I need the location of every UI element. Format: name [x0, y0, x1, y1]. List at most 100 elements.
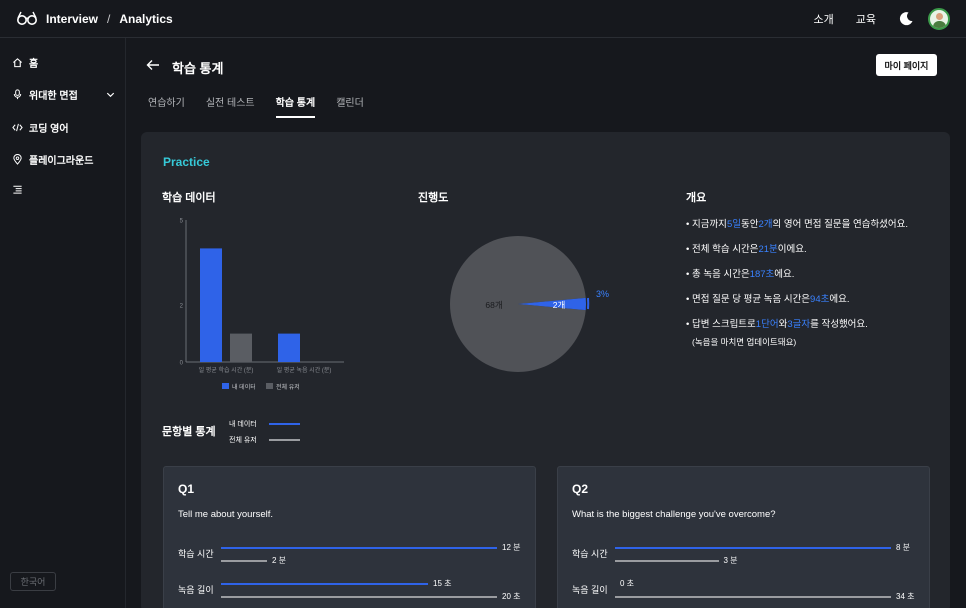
legend-swatch-my	[269, 423, 300, 425]
overview-highlight: 187초	[749, 269, 775, 280]
stat-row-label: 학습 시간	[178, 549, 214, 559]
legend-swatch-all	[269, 439, 300, 441]
my-data-value: 0 초	[620, 579, 635, 588]
overview-line: • 전체 학습 시간은 21분 이에요.	[686, 241, 946, 266]
my-data-bar	[615, 547, 891, 549]
sidebar-item-playground[interactable]: 플레이그라운드	[12, 152, 116, 167]
stat-row-label: 녹음 길이	[178, 585, 214, 595]
top-nav: 소개 교육	[814, 8, 950, 30]
code-icon	[12, 123, 23, 132]
avatar[interactable]	[928, 8, 950, 30]
all-users-value: 3 분	[723, 556, 738, 565]
overview-highlight: 5일	[726, 219, 741, 230]
language-button[interactable]: 한국어	[10, 572, 56, 591]
question-card-q2[interactable]: Q2 What is the biggest challenge you've o…	[557, 466, 930, 608]
tab-real-test[interactable]: 실전 테스트	[206, 94, 255, 118]
all-users-bar	[615, 596, 891, 598]
top-bar: Interview / Analytics 소개 교육	[0, 0, 966, 38]
overview-text: 에요.	[774, 269, 795, 280]
overview-text: • 면접 질문 당 평균 녹음 시간은	[686, 294, 811, 305]
glasses-logo-icon[interactable]	[16, 10, 38, 26]
overview-line: • 지금까지 5일 동안 2개 의 영어 면접 질문을 연습하셨어요.	[686, 216, 946, 241]
legend-all-users: 전체 유저	[229, 432, 300, 448]
sidebar-item-coding-english[interactable]: 코딩 영어	[12, 120, 116, 135]
overview-line: • 면접 질문 당 평균 녹음 시간은 94초 에요.	[686, 291, 946, 316]
bar	[230, 333, 252, 362]
legend-label: 전체 유저	[276, 383, 300, 391]
question-card-q1[interactable]: Q1 Tell me about yourself. 학습 시간 12 분 2 분녹음 …	[163, 466, 536, 608]
stat-row-label: 학습 시간	[572, 549, 608, 559]
y-tick-label: 5	[180, 219, 184, 225]
moon-icon[interactable]	[898, 11, 914, 27]
avatar-face	[936, 13, 943, 20]
stat-row-label: 녹음 길이	[572, 585, 608, 595]
sidebar-item-label: 코딩 영어	[29, 124, 69, 135]
all-users-bar	[221, 560, 267, 562]
my-data-bar	[221, 583, 428, 585]
pie-label-done: 2개	[553, 300, 566, 310]
question-text: What is the biggest challenge you've ove…	[572, 509, 776, 520]
chevron-down-icon[interactable]	[105, 89, 116, 100]
breadcrumb-app[interactable]: Interview	[46, 12, 98, 26]
pie-percent-label: 3%	[596, 289, 609, 299]
sidebar-item-label: 홈	[29, 59, 39, 70]
bar	[200, 248, 222, 362]
breadcrumb-page[interactable]: Analytics	[119, 12, 172, 26]
overview-highlight: 94초	[810, 294, 830, 305]
sidebar-item-label: 위대한 면접	[29, 91, 78, 102]
overview-note: (녹음을 마치면 업데이트돼요)	[692, 337, 797, 347]
overview-list: • 지금까지 5일 동안 2개 의 영어 면접 질문을 연습하셨어요. • 전체 학…	[686, 216, 946, 341]
mic-icon	[13, 89, 22, 100]
overview-text: 를 작성했어요.	[810, 319, 868, 330]
overview-text: • 전체 학습 시간은	[686, 244, 759, 255]
question-text: Tell me about yourself.	[178, 509, 274, 520]
x-tick-label: 일 평균 학습 시간 (분)	[199, 366, 254, 374]
breadcrumb: Interview / Analytics	[46, 12, 173, 26]
sidebar-item-menu[interactable]	[12, 184, 116, 195]
question-stats-title: 문항별 통계	[162, 426, 216, 438]
overview-text: 에요.	[829, 294, 850, 305]
overview-text: 의 영어 면접 질문을 연습하셨어요.	[772, 219, 909, 230]
legend-swatch	[222, 383, 229, 389]
my-data-value: 8 분	[896, 543, 911, 552]
all-users-value: 2 분	[272, 556, 287, 565]
my-data-value: 15 초	[433, 579, 452, 588]
legend-swatch	[266, 383, 273, 389]
overview-title: 개요	[686, 192, 707, 204]
bar	[278, 333, 300, 362]
sidebar: 홈 위대한 면접 코딩 영어 플레이그라운드 한국어	[0, 38, 126, 608]
my-page-button[interactable]: 마이 페이지	[876, 54, 937, 76]
question-number: Q2	[572, 482, 589, 496]
all-users-bar	[615, 560, 719, 562]
list-icon	[13, 185, 22, 194]
y-tick-label: 0	[180, 361, 184, 367]
sidebar-item-great-interview[interactable]: 위대한 면접	[12, 87, 116, 102]
legend-label: 전체 유저	[229, 437, 257, 444]
breadcrumb-separator: /	[107, 12, 111, 26]
tab-calendar[interactable]: 캘린더	[336, 94, 364, 118]
back-arrow-icon[interactable]	[146, 59, 160, 71]
overview-text: • 총 녹음 시간은	[686, 269, 750, 280]
sidebar-item-label: 플레이그라운드	[29, 156, 94, 167]
all-users-bar	[221, 596, 497, 598]
practice-section-label: Practice	[163, 155, 210, 169]
tab-learning-stats[interactable]: 학습 통계	[275, 94, 316, 118]
home-icon	[13, 58, 22, 68]
progress-title: 진행도	[418, 192, 449, 204]
my-data-value: 12 분	[502, 543, 521, 552]
all-users-value: 20 초	[502, 592, 521, 601]
overview-highlight: 2개	[758, 219, 773, 230]
legend-label: 내 데이터	[232, 383, 256, 391]
nav-education-link[interactable]: 교육	[856, 11, 876, 27]
question-number: Q1	[178, 482, 195, 496]
learning-data-title: 학습 데이터	[162, 192, 216, 204]
progress-pie-chart: 68개 2개 3%	[450, 236, 609, 372]
learning-data-bar-chart: 0 2 5 일 평균 학습 시간 (분) 일 평균 녹음 시간 (분) 내 데이터 전체 유…	[180, 219, 344, 391]
overview-highlight: 21분	[758, 244, 778, 255]
tab-practice[interactable]: 연습하기	[148, 94, 185, 118]
nav-intro-link[interactable]: 소개	[814, 11, 834, 27]
overview-text: 동안	[740, 219, 759, 230]
sidebar-item-home[interactable]: 홈	[12, 55, 116, 70]
my-data-bar	[221, 547, 497, 549]
legend-my-data: 내 데이터	[229, 416, 300, 432]
